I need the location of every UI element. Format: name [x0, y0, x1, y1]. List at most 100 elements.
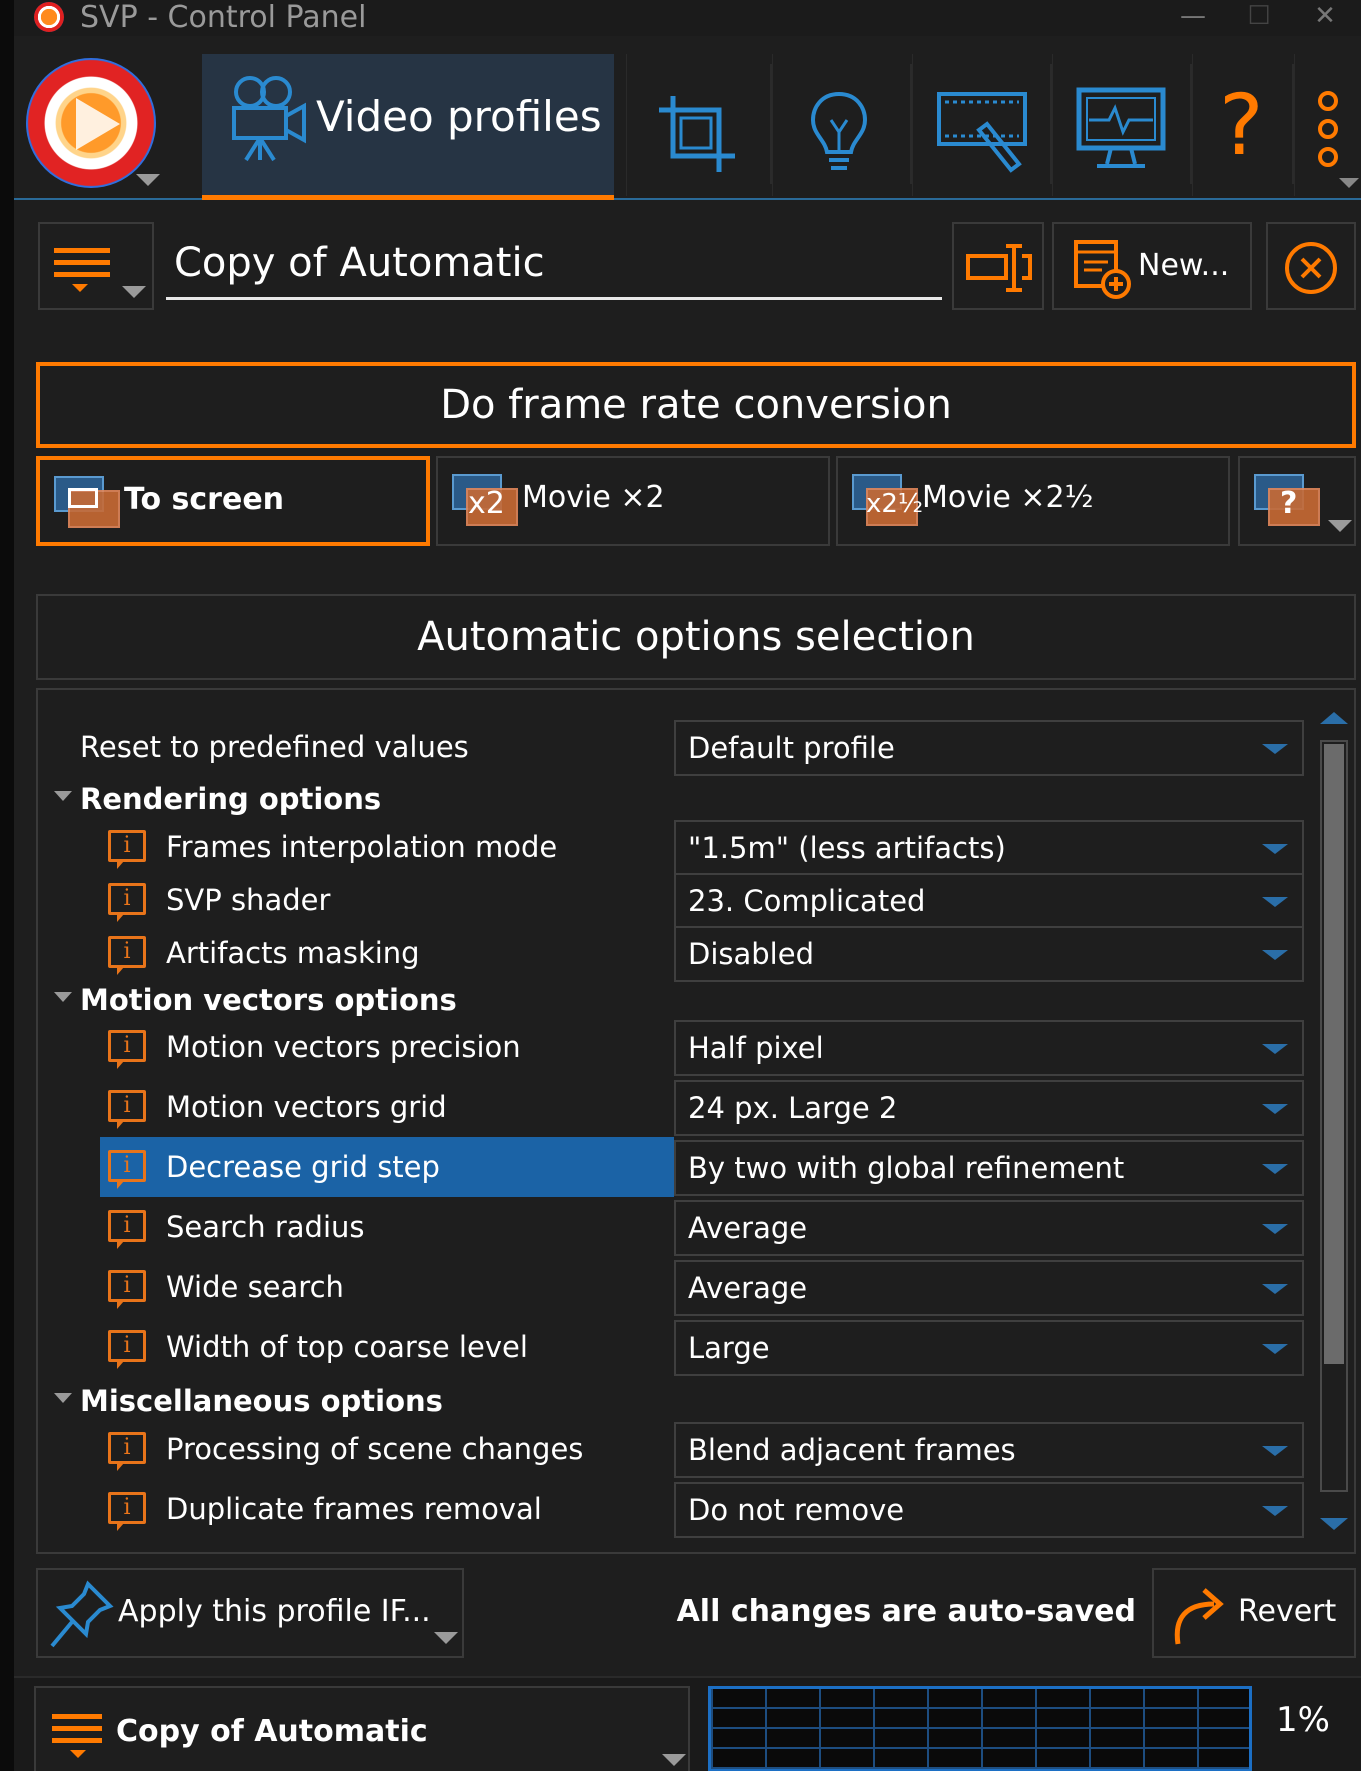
info-icon[interactable]: i: [108, 1270, 146, 1309]
close-window-button[interactable]: ✕: [1300, 0, 1350, 36]
option-label: Decrease grid step: [166, 1150, 440, 1184]
decrease-grid-step-dropdown[interactable]: By two with global refinement: [674, 1140, 1304, 1196]
more-vertical-icon: [1318, 91, 1338, 167]
more-menu-button[interactable]: [1294, 54, 1361, 196]
info-icon[interactable]: i: [108, 830, 146, 869]
option-row-reset: Reset to predefined values Default profi…: [38, 717, 1308, 777]
autosave-status: All changes are auto-saved: [676, 1594, 1136, 1629]
chevron-down-icon: [1262, 1344, 1288, 1354]
help-icon: ?: [1219, 76, 1264, 174]
option-label: Processing of scene changes: [166, 1432, 584, 1466]
profile-name-input[interactable]: Copy of Automatic: [166, 230, 942, 300]
option-label: Duplicate frames removal: [166, 1492, 542, 1526]
option-row-duplicate-frames-removal[interactable]: i Duplicate frames removal Do not remove: [38, 1479, 1308, 1539]
mode-movie-x2[interactable]: x2 Movie ×2: [436, 456, 830, 546]
profile-menu-button[interactable]: [38, 222, 154, 310]
tab-tips[interactable]: [772, 54, 910, 196]
option-row-width-of-top-coarse-level[interactable]: i Width of top coarse level Large: [38, 1317, 1308, 1377]
chevron-down-icon: [1262, 1284, 1288, 1294]
active-profile-arrow: [662, 1754, 686, 1766]
scroll-down-arrow[interactable]: [1320, 1518, 1348, 1530]
motion-vectors-precision-dropdown[interactable]: Half pixel: [674, 1020, 1304, 1076]
mode-movie-x2-5[interactable]: x2½ Movie ×2½: [836, 456, 1230, 546]
movie-x2-5-icon: x2½: [852, 474, 923, 528]
more-menu-arrow: [1339, 178, 1359, 188]
frames-interpolation-mode-dropdown[interactable]: "1.5m" (less artifacts): [674, 820, 1304, 876]
chevron-down-icon: [1262, 744, 1288, 754]
chevron-down-icon: [1262, 950, 1288, 960]
mode-movie-x2-label: Movie ×2: [522, 480, 665, 515]
apply-profile-if-button[interactable]: Apply this profile IF...: [36, 1568, 464, 1658]
new-profile-button[interactable]: New...: [1052, 222, 1252, 310]
cpu-load-graph: [708, 1686, 1252, 1771]
info-icon[interactable]: i: [108, 1330, 146, 1369]
chevron-down-icon: [1262, 1164, 1288, 1174]
option-row-decrease-grid-step[interactable]: i Decrease grid step By two with global …: [38, 1137, 1308, 1197]
svp-shader-dropdown[interactable]: 23. Complicated: [674, 873, 1304, 929]
scroll-thumb[interactable]: [1324, 744, 1344, 1364]
info-icon[interactable]: i: [108, 883, 146, 922]
new-document-icon: [1074, 240, 1131, 299]
delete-profile-button[interactable]: [1266, 222, 1356, 310]
help-button[interactable]: ?: [1192, 54, 1292, 196]
option-label: Search radius: [166, 1210, 365, 1244]
screen-icon: [54, 476, 120, 530]
option-label: SVP shader: [166, 883, 331, 917]
option-label: Frames interpolation mode: [166, 830, 558, 864]
reset-preset-dropdown[interactable]: Default profile: [674, 720, 1304, 776]
mode-to-screen[interactable]: To screen: [36, 456, 430, 546]
option-label: Width of top coarse level: [166, 1330, 528, 1364]
info-icon[interactable]: i: [108, 1150, 146, 1189]
frame-rate-conversion-toggle[interactable]: Do frame rate conversion: [36, 362, 1356, 448]
minimize-button[interactable]: —: [1168, 0, 1218, 36]
window-title: SVP - Control Panel: [80, 0, 367, 35]
option-row-svp-shader[interactable]: i SVP shader 23. Complicated: [38, 870, 1308, 930]
mode-custom-menu[interactable]: ?: [1238, 456, 1356, 546]
rename-field-icon: [966, 244, 1032, 292]
processing-of-scene-changes-dropdown[interactable]: Blend adjacent frames: [674, 1422, 1304, 1478]
tab-video-edit[interactable]: [912, 54, 1050, 196]
cpu-load-value: 1%: [1276, 1700, 1330, 1740]
revert-button[interactable]: Revert: [1152, 1568, 1356, 1658]
info-icon[interactable]: i: [108, 936, 146, 975]
chevron-down-icon: [1262, 897, 1288, 907]
custom-mode-icon: ?: [1254, 474, 1320, 528]
motion-vectors-grid-dropdown[interactable]: 24 px. Large 2: [674, 1080, 1304, 1136]
info-icon[interactable]: i: [108, 1090, 146, 1129]
active-profile-selector[interactable]: Copy of Automatic: [34, 1686, 690, 1771]
info-icon[interactable]: i: [108, 1210, 146, 1249]
revert-arrow-icon: [1174, 1588, 1224, 1645]
tab-video-profiles-label: Video profiles: [316, 92, 602, 141]
option-row-motion-vectors-precision[interactable]: i Motion vectors precision Half pixel: [38, 1017, 1308, 1077]
info-icon[interactable]: i: [108, 1492, 146, 1531]
option-row-processing-of-scene-changes[interactable]: i Processing of scene changes Blend adja…: [38, 1419, 1308, 1479]
svp-logo-menu[interactable]: [26, 58, 156, 188]
svp-app-icon: [34, 2, 64, 32]
rename-button[interactable]: [952, 222, 1044, 310]
option-row-frames-interpolation-mode[interactable]: i Frames interpolation mode "1.5m" (less…: [38, 817, 1308, 877]
apply-menu-arrow: [434, 1632, 458, 1644]
revert-label: Revert: [1238, 1594, 1337, 1629]
close-circle-icon: [1285, 242, 1337, 294]
maximize-button[interactable]: ☐: [1234, 0, 1284, 36]
info-icon[interactable]: i: [108, 1030, 146, 1069]
wide-search-dropdown[interactable]: Average: [674, 1260, 1304, 1316]
info-icon[interactable]: i: [108, 1432, 146, 1471]
tab-video-profiles[interactable]: Video profiles: [202, 54, 614, 200]
duplicate-frames-removal-dropdown[interactable]: Do not remove: [674, 1482, 1304, 1538]
tab-crop[interactable]: [626, 54, 770, 196]
option-label: Reset to predefined values: [80, 730, 469, 764]
scroll-up-arrow[interactable]: [1320, 712, 1348, 724]
automatic-options-toggle[interactable]: Automatic options selection: [36, 594, 1356, 680]
options-scrollbar[interactable]: [1310, 690, 1354, 1552]
search-radius-dropdown[interactable]: Average: [674, 1200, 1304, 1256]
status-bar: Copy of Automatic 1%: [14, 1676, 1361, 1771]
main-toolbar: Video profiles ?: [14, 50, 1361, 200]
tab-monitor[interactable]: [1052, 54, 1190, 196]
option-row-search-radius[interactable]: i Search radius Average: [38, 1197, 1308, 1257]
option-row-wide-search[interactable]: i Wide search Average: [38, 1257, 1308, 1317]
crop-icon: [659, 96, 735, 172]
width-of-top-coarse-level-dropdown[interactable]: Large: [674, 1320, 1304, 1376]
movie-x2-icon: x2: [452, 474, 518, 528]
option-row-motion-vectors-grid[interactable]: i Motion vectors grid 24 px. Large 2: [38, 1077, 1308, 1137]
